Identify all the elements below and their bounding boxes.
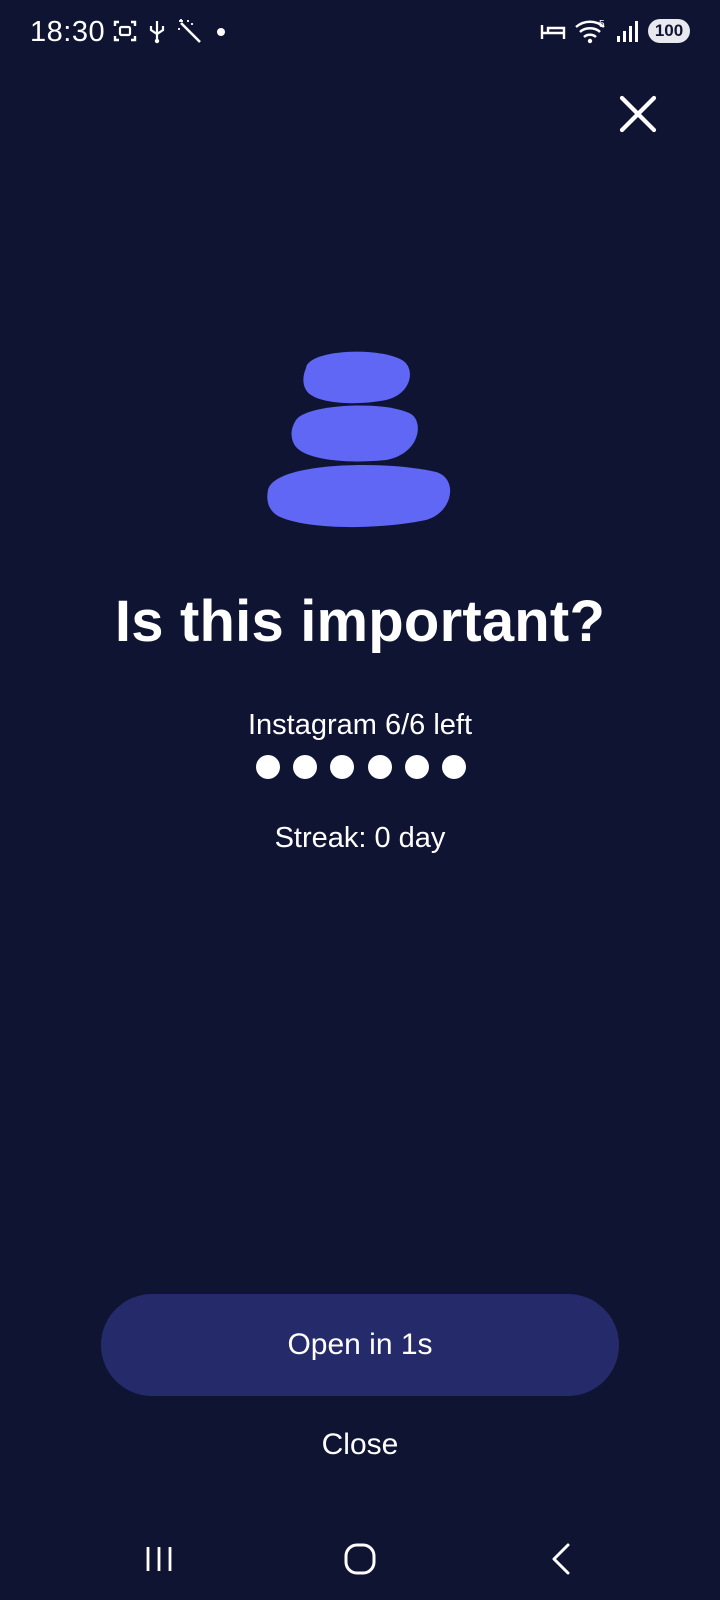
screen: 18:30 5 100 Is this important? Instagram… — [0, 0, 720, 1600]
open-dot — [367, 755, 392, 779]
stacked-stones-icon — [267, 351, 451, 528]
close-icon[interactable] — [612, 88, 664, 140]
status-time: 18:30 — [30, 16, 106, 48]
open-dot — [256, 755, 280, 779]
notification-dot-icon — [217, 28, 225, 36]
recent-apps-icon[interactable] — [130, 1534, 190, 1584]
open-app-button-label: Open in 1s — [287, 1328, 433, 1361]
remaining-opens-indicator — [256, 755, 466, 781]
battery-level: 100 — [654, 21, 684, 40]
status-bar: 18:30 5 100 — [0, 0, 720, 68]
remaining-opens-text: Instagram 6/6 left — [247, 709, 473, 741]
open-app-button[interactable]: Open in 1s — [101, 1294, 619, 1396]
status-left-icons — [112, 18, 228, 44]
battery-icon: 100 — [648, 19, 690, 43]
page-title: Is this important? — [114, 589, 606, 654]
wifi-icon: 5 — [575, 19, 605, 44]
open-dot — [441, 755, 466, 779]
open-dot — [330, 755, 355, 779]
svg-text:5: 5 — [599, 19, 605, 30]
streak-text: Streak: 0 day — [274, 822, 446, 854]
home-icon[interactable] — [330, 1534, 390, 1584]
status-right-icons: 5 100 — [540, 18, 690, 44]
usb-icon — [149, 21, 165, 44]
signal-icon — [617, 21, 638, 42]
close-button[interactable]: Close — [0, 1428, 720, 1462]
navigation-bar — [0, 1520, 720, 1600]
bed-icon — [540, 25, 566, 39]
open-dot — [404, 755, 429, 779]
screenshot-icon — [113, 20, 137, 42]
open-dot — [293, 755, 318, 779]
magic-wand-icon — [178, 19, 201, 43]
back-icon[interactable] — [532, 1534, 592, 1584]
